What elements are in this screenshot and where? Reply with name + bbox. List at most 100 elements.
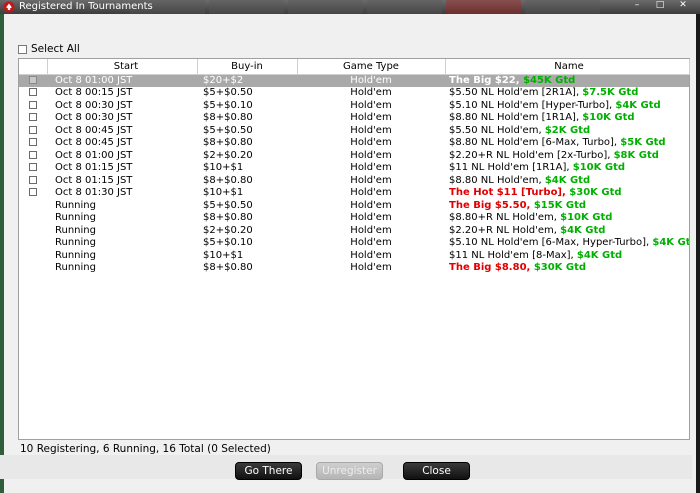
tournament-name: $11 NL Hold'em [8-Max],	[449, 249, 577, 261]
game-type-cell: Hold'em	[350, 149, 392, 161]
select-all-checkbox[interactable]: Select All	[18, 42, 80, 56]
poker-spade-icon	[3, 1, 15, 13]
buyin-cell: $10+$1	[203, 162, 244, 174]
table-row[interactable]: Running $8+$0.80 Hold'em The Big $8.80, $30…	[19, 262, 689, 275]
name-cell: $11 NL Hold'em [1R1A], $10K Gtd	[445, 162, 689, 175]
buyin-cell: $2+$0.20	[203, 149, 253, 161]
buyin-cell: $5+$0.10	[203, 237, 253, 249]
tournament-table: Start Buy-in Game Type Name Oct 8 01:00 …	[19, 59, 690, 274]
table-row[interactable]: Running $10+$1 Hold'em $11 NL Hold'em [8-Ma…	[19, 249, 689, 262]
row-checkbox[interactable]	[29, 150, 37, 159]
game-type-cell: Hold'em	[350, 249, 392, 261]
row-checkbox[interactable]	[29, 163, 37, 172]
row-checkbox-cell	[19, 74, 47, 87]
column-header-checkbox[interactable]	[19, 59, 48, 75]
column-header-game-type[interactable]: Game Type	[297, 59, 446, 75]
buyin-cell: $5+$0.50	[203, 87, 253, 99]
tournament-name: $8.80 NL Hold'em,	[449, 174, 545, 186]
start-cell: Running	[55, 199, 96, 211]
start-cell: Running	[55, 224, 96, 236]
name-cell: $11 NL Hold'em [8-Max], $4K Gtd	[445, 249, 689, 262]
table-row[interactable]: Oct 8 00:30 JST $8+$0.80 Hold'em $8.80 NL H…	[19, 112, 689, 125]
row-checkbox[interactable]	[29, 138, 37, 147]
column-header-name[interactable]: Name	[445, 59, 690, 75]
table-row[interactable]: Oct 8 01:15 JST $8+$0.80 Hold'em $8.80 NL H…	[19, 174, 689, 187]
row-checkbox[interactable]	[29, 175, 37, 184]
checkbox-icon[interactable]	[18, 44, 27, 54]
table-row[interactable]: Running $5+$0.10 Hold'em $5.10 NL Hold'em […	[19, 237, 689, 250]
unregister-button[interactable]: Unregister	[316, 462, 383, 480]
table-row[interactable]: Oct 8 00:45 JST $5+$0.50 Hold'em $5.50 NL H…	[19, 124, 689, 137]
guarantee-amount: $4K Gtd	[576, 249, 623, 261]
buyin-cell: $8+$0.80	[203, 174, 253, 186]
row-checkbox-cell	[19, 199, 47, 212]
table-row[interactable]: Oct 8 00:45 JST $8+$0.80 Hold'em $8.80 NL H…	[19, 137, 689, 150]
table-row[interactable]: Oct 8 01:00 JST $20+$2 Hold'em The Big $22,…	[19, 74, 689, 87]
column-header-buyin[interactable]: Buy-in	[197, 59, 298, 75]
start-cell: Oct 8 00:45 JST	[55, 124, 133, 136]
start-cell: Oct 8 01:15 JST	[55, 174, 133, 186]
dialog-client-area: Select All Start Buy-in Game Type Name O…	[4, 14, 696, 493]
window-titlebar[interactable]: Registered In Tournaments – □ ✕	[0, 0, 700, 14]
row-checkbox[interactable]	[29, 88, 37, 97]
go-there-button[interactable]: Go There	[235, 462, 302, 480]
row-checkbox-cell	[19, 137, 47, 150]
guarantee-amount: $45K Gtd	[523, 75, 576, 86]
row-checkbox-cell	[19, 174, 47, 187]
name-cell: $5.50 NL Hold'em, $2K Gtd	[445, 124, 689, 137]
game-type-cell: Hold'em	[350, 124, 392, 136]
table-row[interactable]: Oct 8 01:15 JST $10+$1 Hold'em $11 NL Hold'…	[19, 162, 689, 175]
name-cell: $8.80 NL Hold'em, $4K Gtd	[445, 174, 689, 187]
maximize-button[interactable]: □	[651, 0, 669, 12]
close-button[interactable]: Close	[403, 462, 470, 480]
table-row[interactable]: Oct 8 00:30 JST $5+$0.10 Hold'em $5.10 NL H…	[19, 99, 689, 112]
name-cell: $8.80+R NL Hold'em, $10K Gtd	[445, 212, 689, 225]
tournament-name: $5.50 NL Hold'em [2R1A],	[449, 87, 583, 99]
minimize-button[interactable]: –	[628, 0, 646, 12]
buyin-cell: $20+$2	[197, 74, 297, 87]
tournament-name: $8.80 NL Hold'em [1R1A],	[449, 112, 583, 124]
buyin-cell: $10+$1	[203, 249, 244, 261]
table-row[interactable]: Running $5+$0.50 Hold'em The Big $5.50, $15…	[19, 199, 689, 212]
name-cell: $5.10 NL Hold'em [Hyper-Turbo], $4K Gtd	[445, 99, 689, 112]
column-header-start[interactable]: Start	[47, 59, 198, 75]
game-type-cell: Hold'em	[350, 174, 392, 186]
guarantee-amount: $15K Gtd	[533, 199, 587, 211]
tournament-name: The Big $8.80,	[449, 262, 534, 274]
row-checkbox-cell	[19, 224, 47, 237]
select-all-label: Select All	[31, 43, 80, 55]
buyin-cell: $5+$0.50	[203, 199, 253, 211]
guarantee-amount: $4K Gtd	[560, 224, 606, 236]
table-row[interactable]: Oct 8 01:00 JST $2+$0.20 Hold'em $2.20+R NL…	[19, 149, 689, 162]
table-row[interactable]: Running $2+$0.20 Hold'em $2.20+R NL Hold'em…	[19, 224, 689, 237]
row-checkbox[interactable]	[29, 125, 37, 134]
buyin-cell: $10+$1	[203, 187, 244, 199]
row-checkbox[interactable]	[29, 100, 37, 109]
table-row[interactable]: Oct 8 01:30 JST $10+$1 Hold'em The Hot $11 …	[19, 187, 689, 200]
table-row[interactable]: Running $8+$0.80 Hold'em $8.80+R NL Hold'em…	[19, 212, 689, 225]
name-cell: $8.80 NL Hold'em [6-Max, Turbo], $5K Gtd	[445, 137, 689, 150]
guarantee-amount: $7.5K Gtd	[582, 87, 639, 99]
buyin-cell: $5+$0.10	[203, 99, 253, 111]
row-checkbox-cell	[19, 249, 47, 262]
row-checkbox-cell	[19, 262, 47, 275]
row-checkbox[interactable]	[29, 113, 37, 122]
close-window-button[interactable]: ✕	[674, 0, 692, 12]
guarantee-amount: $4K Gtd	[652, 237, 689, 249]
game-type-cell: Hold'em	[350, 112, 392, 124]
tournament-name: $11 NL Hold'em [1R1A],	[449, 162, 573, 174]
table-header-row: Start Buy-in Game Type Name	[19, 59, 690, 75]
row-checkbox-cell	[19, 99, 47, 112]
name-cell: The Big $5.50, $15K Gtd	[445, 199, 689, 212]
start-cell: Running	[55, 262, 96, 274]
tournament-list[interactable]: Start Buy-in Game Type Name Oct 8 01:00 …	[18, 58, 690, 440]
table-row[interactable]: Oct 8 00:15 JST $5+$0.50 Hold'em $5.50 NL H…	[19, 87, 689, 100]
game-type-cell: Hold'em	[350, 162, 392, 174]
tournament-name: $8.80 NL Hold'em [6-Max, Turbo],	[449, 137, 621, 149]
buyin-cell: $8+$0.80	[203, 262, 253, 274]
row-checkbox[interactable]	[29, 188, 37, 197]
row-checkbox[interactable]	[29, 76, 37, 84]
tournament-name: The Big $5.50,	[449, 199, 534, 211]
guarantee-amount: $2K Gtd	[544, 124, 591, 136]
tournament-rows: Oct 8 01:00 JST $20+$2 Hold'em The Big $22,…	[19, 74, 689, 274]
